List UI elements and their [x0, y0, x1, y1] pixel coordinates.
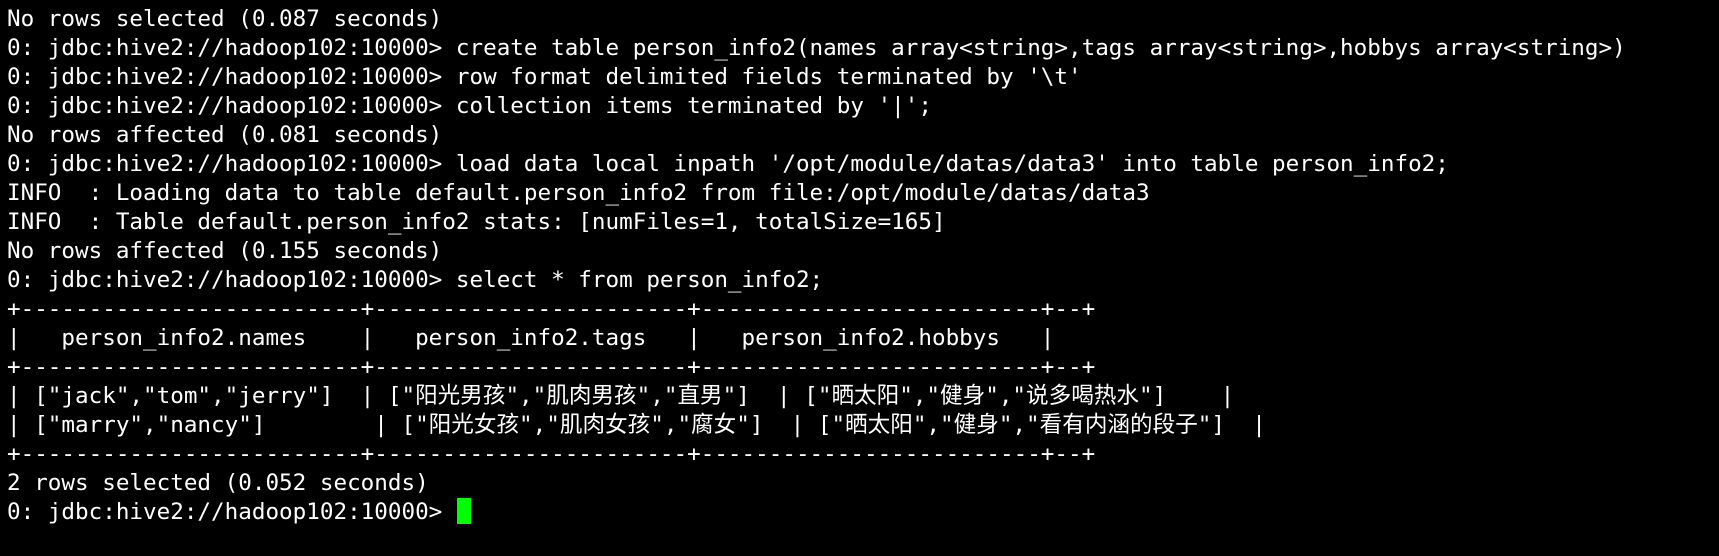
command-line-create-table: 0: jdbc:hive2://hadoop102:10000> create … — [7, 35, 1626, 61]
terminal-window[interactable]: No rows selected (0.087 seconds) 0: jdbc… — [0, 0, 1719, 556]
table-border-top: +-------------------------+-------------… — [7, 296, 1096, 322]
output-line-status: No rows selected (0.087 seconds) — [7, 6, 443, 32]
prompt-text: 0: jdbc:hive2://hadoop102:10000> — [7, 499, 456, 525]
table-row: | ["marry","nancy"] | ["阳光女孩","肌肉女孩","腐女… — [7, 412, 1266, 438]
output-line-status: No rows affected (0.081 seconds) — [7, 122, 443, 148]
table-header-row: | person_info2.names | person_info2.tags… — [7, 325, 1055, 351]
output-line-status: 2 rows selected (0.052 seconds) — [7, 470, 429, 496]
table-border-bottom: +-------------------------+-------------… — [7, 441, 1096, 467]
info-line-loading: INFO : Loading data to table default.per… — [7, 180, 1150, 206]
cursor-block[interactable] — [456, 498, 471, 524]
info-line-stats: INFO : Table default.person_info2 stats:… — [7, 209, 946, 235]
output-line-status: No rows affected (0.155 seconds) — [7, 238, 443, 264]
command-line-select: 0: jdbc:hive2://hadoop102:10000> select … — [7, 267, 824, 293]
table-row: | ["jack","tom","jerry"] | ["阳光男孩","肌肉男孩… — [7, 383, 1235, 409]
active-prompt-line[interactable]: 0: jdbc:hive2://hadoop102:10000> — [7, 498, 1719, 527]
command-line-row-format: 0: jdbc:hive2://hadoop102:10000> row for… — [7, 64, 1082, 90]
table-border-header: +-------------------------+-------------… — [7, 354, 1096, 380]
command-line-collection-items: 0: jdbc:hive2://hadoop102:10000> collect… — [7, 93, 932, 119]
command-line-load-data: 0: jdbc:hive2://hadoop102:10000> load da… — [7, 151, 1449, 177]
